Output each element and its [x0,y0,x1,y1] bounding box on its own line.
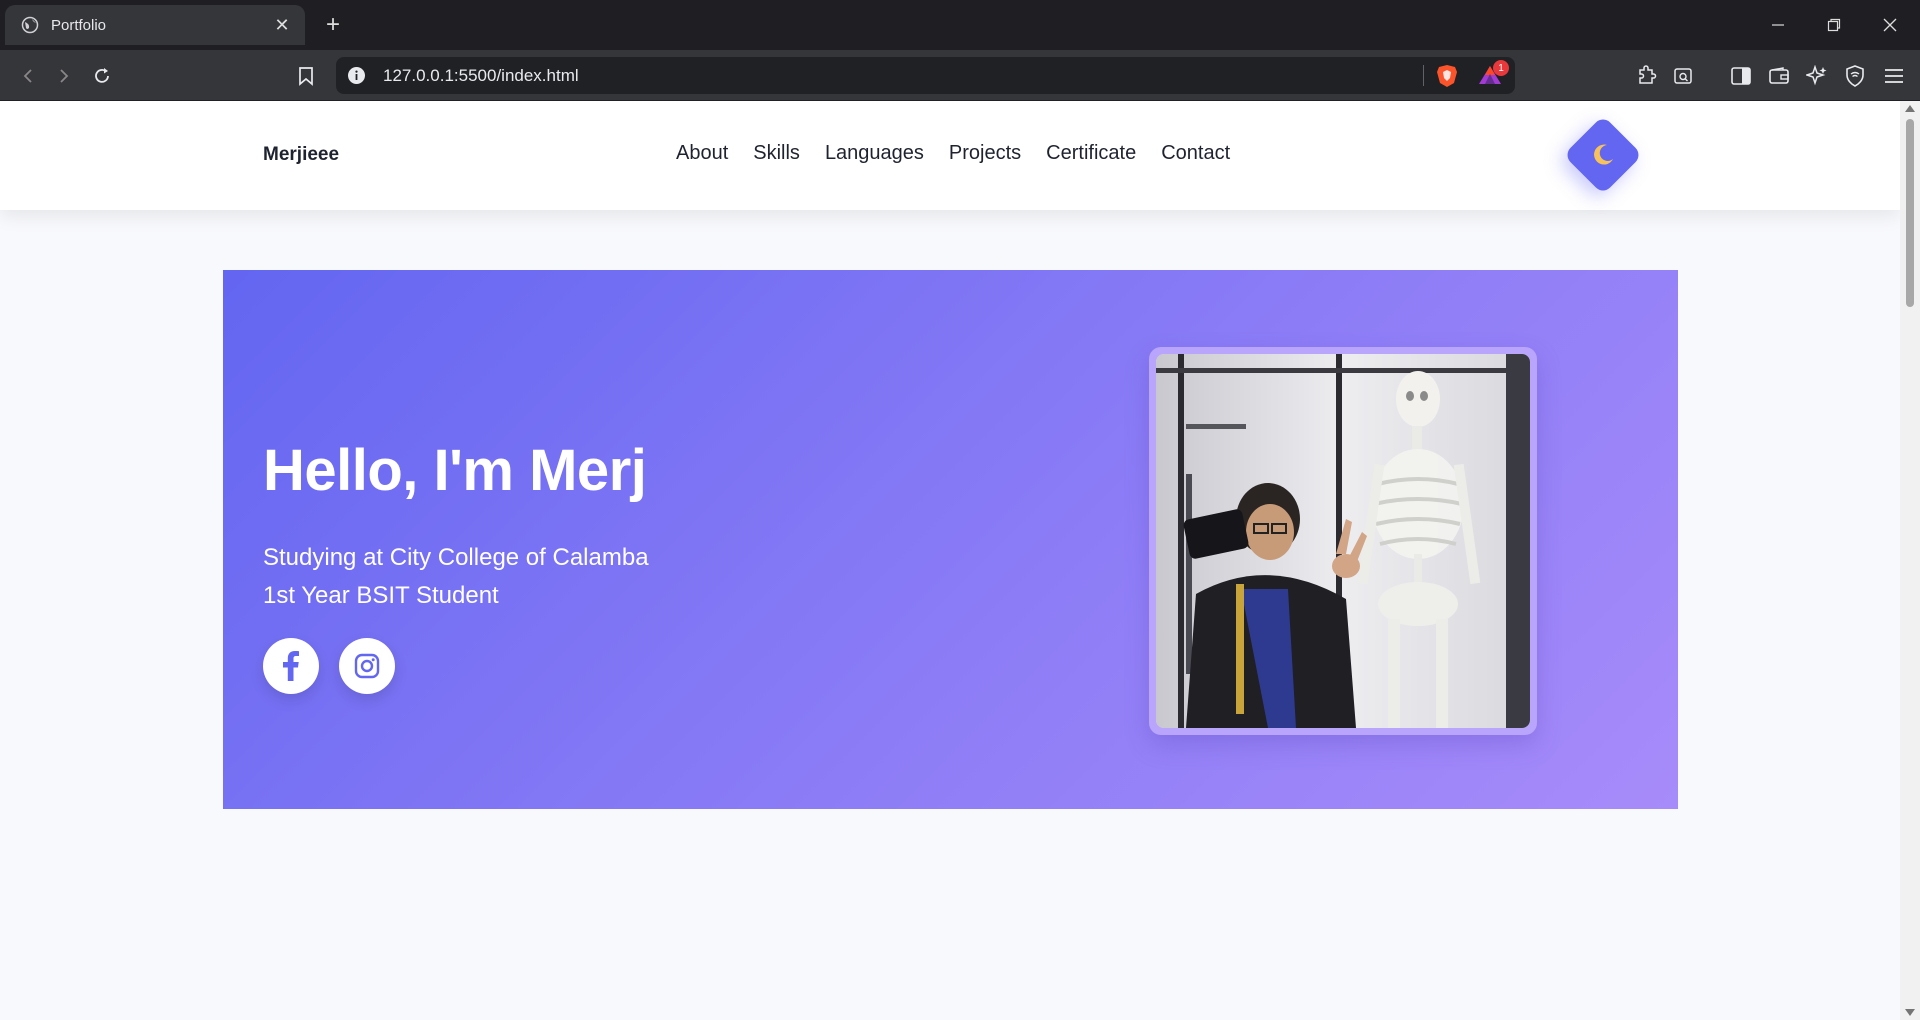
facebook-icon [283,651,299,681]
hero-heading: Hello, I'm Merj [263,438,647,503]
nav-link-certificate[interactable]: Certificate [1046,142,1136,165]
hero-section: Hello, I'm Merj Studying at City College… [223,270,1678,809]
browser-tab-strip: Portfolio ✕ + [0,0,1920,50]
nav-link-about[interactable]: About [676,142,728,165]
menu-icon[interactable] [1880,62,1908,90]
wallet-icon[interactable] [1765,62,1793,90]
close-tab-icon[interactable]: ✕ [271,14,293,36]
nav-link-projects[interactable]: Projects [949,142,1021,165]
facebook-button[interactable] [263,638,319,694]
nav-link-languages[interactable]: Languages [825,142,924,165]
nav-link-contact[interactable]: Contact [1161,142,1230,165]
sidebar-icon[interactable] [1727,62,1755,90]
restore-button[interactable] [1806,0,1862,50]
browser-tab[interactable]: Portfolio ✕ [5,5,305,45]
leo-ai-icon[interactable] [1803,62,1831,90]
profile-photo-frame [1149,347,1537,735]
url-text: 127.0.0.1:5500/index.html [383,66,579,85]
browser-toolbar: 127.0.0.1:5500/index.html 1 [0,50,1920,101]
brand-logo-text[interactable]: Merjieee [263,144,339,166]
omnibox-divider [1423,65,1424,86]
rewards-notification-badge: 1 [1493,60,1509,76]
site-info-icon[interactable] [347,66,366,85]
hero-school-text: Studying at City College of Calamba [263,544,649,571]
brave-shields-icon[interactable] [1436,64,1458,93]
nav-link-skills[interactable]: Skills [753,142,800,165]
page-search-icon[interactable] [1669,62,1697,90]
vpn-shield-icon[interactable] [1841,62,1869,90]
address-bar[interactable]: 127.0.0.1:5500/index.html 1 [336,57,1515,94]
theme-toggle-button[interactable] [1563,115,1643,195]
page-scrollbar[interactable] [1900,101,1920,1020]
profile-photo [1156,354,1530,728]
moon-icon [1567,119,1639,191]
forward-icon[interactable] [50,62,78,90]
close-window-button[interactable] [1862,0,1918,50]
bookmark-icon[interactable] [292,62,320,90]
extensions-icon[interactable] [1633,62,1661,90]
site-navbar: Merjieee About Skills Languages Projects… [0,101,1900,210]
back-icon[interactable] [14,62,42,90]
hero-year-text: 1st Year BSIT Student [263,582,499,609]
scroll-down-arrow-icon[interactable] [1905,1009,1915,1016]
instagram-icon [354,653,380,679]
reload-icon[interactable] [88,62,116,90]
instagram-button[interactable] [339,638,395,694]
scrollbar-thumb[interactable] [1906,119,1914,307]
tab-title: Portfolio [51,16,107,34]
new-tab-button[interactable]: + [318,10,348,40]
scroll-up-arrow-icon[interactable] [1905,105,1915,112]
minimize-button[interactable] [1750,0,1806,50]
globe-icon [21,16,39,34]
page-viewport: Merjieee About Skills Languages Projects… [0,101,1900,1020]
main-nav: About Skills Languages Projects Certific… [676,142,1255,165]
